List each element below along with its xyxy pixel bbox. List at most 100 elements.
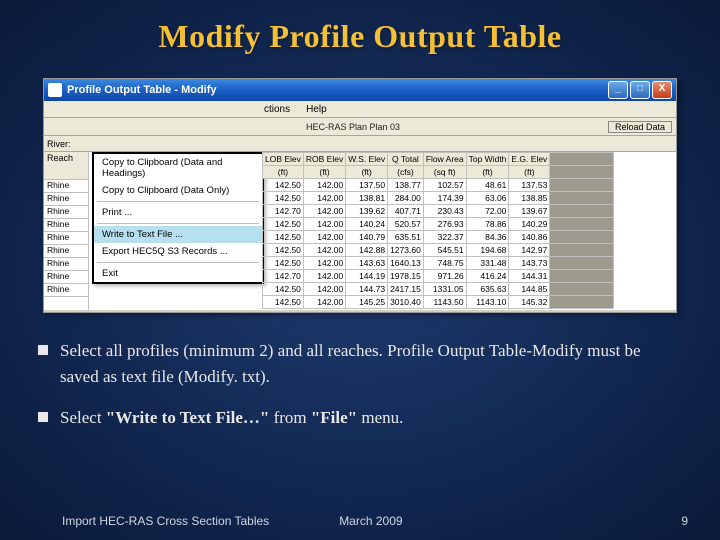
table-cell: 748.75	[423, 257, 466, 270]
list-item: Rhine	[44, 219, 88, 232]
col-header[interactable]: LOB Elev	[263, 153, 304, 166]
table-cell: 1331.05	[423, 283, 466, 296]
list-item: Rhine	[44, 245, 88, 258]
col-unit: (ft)	[509, 166, 550, 179]
footer: Import HEC-RAS Cross Section Tables Marc…	[62, 514, 700, 528]
table-cell: 142.88	[346, 244, 388, 257]
table-cell: 48.61	[466, 179, 509, 192]
table-cell: 144.19	[346, 270, 388, 283]
minimize-button[interactable]: _	[608, 81, 628, 99]
table-cell: 144.31	[509, 270, 550, 283]
col-header[interactable]: ROB Elev	[303, 153, 345, 166]
table-cell: 142.50	[263, 231, 304, 244]
table-cell: 142.00	[303, 231, 345, 244]
menu-copy-data[interactable]: Copy to Clipboard (Data Only)	[94, 182, 262, 199]
table-cell: 1640.13	[388, 257, 424, 270]
menu-export-hec5q[interactable]: Export HEC5Q S3 Records ...	[94, 243, 262, 260]
table-cell-blank	[550, 205, 614, 218]
table-cell: 140.24	[346, 218, 388, 231]
table-row[interactable]: 142.50142.00144.732417.151331.05635.6314…	[263, 283, 614, 296]
table-cell: 142.00	[303, 257, 345, 270]
bullet-item: Select all profiles (minimum 2) and all …	[38, 338, 680, 391]
bullet-item: Select "Write to Text File…" from "File"…	[38, 405, 680, 431]
titlebar: Profile Output Table - Modify _ □ X	[44, 79, 676, 101]
table-cell: 520.57	[388, 218, 424, 231]
col-unit: (ft)	[263, 166, 304, 179]
table-cell: 140.29	[509, 218, 550, 231]
reach-column: Reach Rhine Rhine Rhine Rhine Rhine Rhin…	[44, 152, 89, 310]
app-window: Profile Output Table - Modify _ □ X ctio…	[43, 78, 677, 313]
page-number: 9	[681, 514, 688, 528]
bullet-text: from	[269, 408, 311, 427]
footer-left: Import HEC-RAS Cross Section Tables	[62, 514, 269, 528]
list-item: Rhine	[44, 206, 88, 219]
table-cell: 142.50	[263, 179, 304, 192]
table-cell-blank	[550, 179, 614, 192]
table-cell: 138.77	[388, 179, 424, 192]
table-row[interactable]: 142.70142.00139.62407.71230.4372.00139.6…	[263, 205, 614, 218]
table-cell: 142.00	[303, 244, 345, 257]
close-button[interactable]: X	[652, 81, 672, 99]
table-cell: 142.00	[303, 218, 345, 231]
col-header[interactable]: E.G. Elev	[509, 153, 550, 166]
table-cell-blank	[550, 192, 614, 205]
table-row[interactable]: 142.50142.00142.881273.60545.51194.68142…	[263, 244, 614, 257]
table-row[interactable]: 142.50142.00138.81284.00174.3963.06138.8…	[263, 192, 614, 205]
table-cell: 276.93	[423, 218, 466, 231]
menu-exit[interactable]: Exit	[94, 265, 262, 282]
table-cell-blank	[550, 296, 614, 309]
table-row[interactable]: 142.50142.00140.24520.57276.9378.86140.2…	[263, 218, 614, 231]
table-cell: 3010.40	[388, 296, 424, 309]
bullet-text: Select all profiles (minimum 2) and all …	[60, 341, 641, 386]
maximize-button[interactable]: □	[630, 81, 650, 99]
table-cell: 635.63	[466, 283, 509, 296]
col-unit-blank	[550, 166, 614, 179]
table-cell: 145.32	[509, 296, 550, 309]
bullet-text: menu.	[357, 408, 403, 427]
menu-write-text-file[interactable]: Write to Text File ...	[94, 226, 262, 243]
col-header[interactable]: W.S. Elev	[346, 153, 388, 166]
table-header-row: LOB Elev ROB Elev W.S. Elev Q Total Flow…	[263, 153, 614, 166]
table-row[interactable]: 142.50142.00145.253010.401143.501143.101…	[263, 296, 614, 309]
table-row[interactable]: 142.50142.00143.631640.13748.75331.48143…	[263, 257, 614, 270]
menu-item-help[interactable]: Help	[298, 104, 335, 115]
table-cell-blank	[550, 218, 614, 231]
menu-separator	[97, 201, 259, 202]
table-row[interactable]: 142.50142.00140.79635.51322.3784.36140.8…	[263, 231, 614, 244]
table-cell: 140.79	[346, 231, 388, 244]
col-header[interactable]: Top Width	[466, 153, 509, 166]
table-cell: 142.50	[263, 283, 304, 296]
table-cell: 1978.15	[388, 270, 424, 283]
grid-area: Reach Rhine Rhine Rhine Rhine Rhine Rhin…	[44, 152, 676, 310]
col-header[interactable]: Q Total	[388, 153, 424, 166]
table-cell: 138.85	[509, 192, 550, 205]
col-unit: (ft)	[346, 166, 388, 179]
table-cell: 102.57	[423, 179, 466, 192]
table-cell: 142.70	[263, 205, 304, 218]
reload-button[interactable]: Reload Data	[608, 121, 672, 133]
table-cell: 144.73	[346, 283, 388, 296]
table-cell: 284.00	[388, 192, 424, 205]
menu-item-partial[interactable]: ctions	[44, 104, 298, 115]
reach-header: Reach	[44, 152, 88, 180]
menu-print[interactable]: Print ...	[94, 204, 262, 221]
table-cell: 416.24	[466, 270, 509, 283]
table-row[interactable]: 142.50142.00137.50138.77102.5748.61137.5…	[263, 179, 614, 192]
col-header[interactable]: Flow Area	[423, 153, 466, 166]
window-title: Profile Output Table - Modify	[67, 84, 217, 96]
table-cell-blank	[550, 283, 614, 296]
table-cell: 84.36	[466, 231, 509, 244]
table-cell: 331.48	[466, 257, 509, 270]
menu-copy-headings[interactable]: Copy to Clipboard (Data and Headings)	[94, 154, 262, 182]
table-cell: 143.63	[346, 257, 388, 270]
toolbar-row: HEC-RAS Plan Plan 03 Reload Data	[44, 118, 676, 136]
table-cell: 635.51	[388, 231, 424, 244]
list-item: Rhine	[44, 271, 88, 284]
table-cell: 971.26	[423, 270, 466, 283]
table-row[interactable]: 142.70142.00144.191978.15971.26416.24144…	[263, 270, 614, 283]
data-table: LOB Elev ROB Elev W.S. Elev Q Total Flow…	[262, 152, 614, 309]
col-unit: (ft)	[303, 166, 345, 179]
table-cell: 140.86	[509, 231, 550, 244]
table-units-row: (ft) (ft) (ft) (cfs) (sq ft) (ft) (ft)	[263, 166, 614, 179]
col-unit: (sq ft)	[423, 166, 466, 179]
